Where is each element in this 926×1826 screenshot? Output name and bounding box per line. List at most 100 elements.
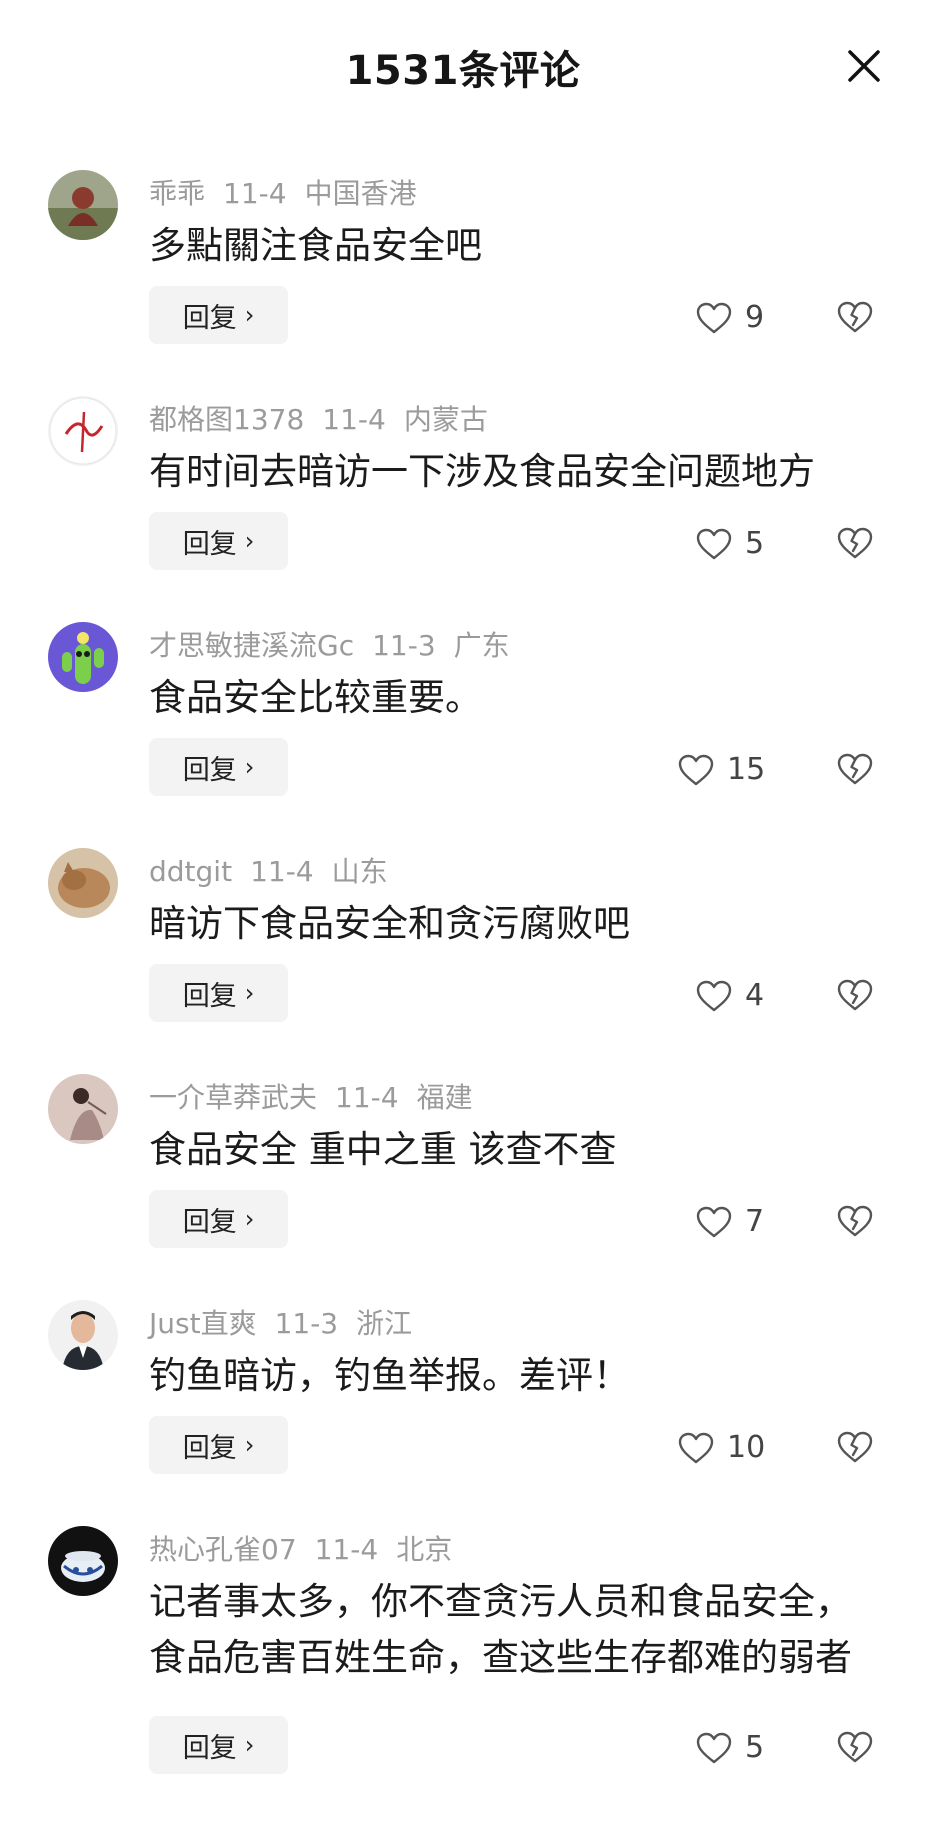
reply-button[interactable]: 回复 › — [149, 512, 288, 570]
broken-heart-icon — [837, 1731, 873, 1763]
comment-meta: 乖乖 11-4 中国香港 — [149, 172, 435, 212]
heart-outline-icon — [696, 302, 732, 333]
comments-sheet: 1531条评论 乖乖 11-4 中国香港 多點關注食品安全吧 回复 › 9 都格… — [0, 0, 926, 1826]
close-button[interactable] — [842, 44, 886, 88]
comment-meta: 一介草莽武夫 11-4 福建 — [149, 1076, 491, 1116]
like-count: 15 — [727, 752, 766, 787]
avatar[interactable] — [48, 170, 118, 240]
comment-date: 11-4 — [314, 1533, 379, 1566]
heart-outline-icon — [678, 1432, 714, 1463]
reply-label: 回复 — [182, 1206, 237, 1238]
reply-button[interactable]: 回复 › — [149, 1716, 288, 1774]
comment-date: 11-4 — [250, 855, 314, 888]
comment-item: 乖乖 11-4 中国香港 多點關注食品安全吧 回复 › 9 — [0, 160, 926, 386]
comment-location: 内蒙古 — [403, 403, 488, 436]
chevron-right-icon: › — [244, 1731, 255, 1759]
comment-date: 11-4 — [335, 1081, 399, 1114]
broken-heart-icon — [837, 301, 873, 333]
comment-username[interactable]: Just直爽 — [149, 1307, 257, 1340]
comment-item: Just直爽 11-3 浙江 钓鱼暗访，钓鱼举报。差评！ 回复 › 10 — [0, 1290, 926, 1516]
comment-item: 一介草莽武夫 11-4 福建 食品安全 重中之重 该查不查 回复 › 7 — [0, 1064, 926, 1290]
comment-username[interactable]: 都格图1378 — [149, 403, 304, 436]
avatar[interactable] — [48, 1300, 118, 1370]
reply-button[interactable]: 回复 › — [149, 1416, 288, 1474]
comment-location: 广东 — [453, 629, 510, 662]
heart-outline-icon — [696, 528, 732, 559]
comment-meta: 热心孔雀07 11-4 北京 — [149, 1528, 470, 1568]
reply-button[interactable]: 回复 › — [149, 286, 288, 344]
broken-heart-icon — [837, 527, 873, 559]
dislike-button[interactable] — [836, 978, 874, 1012]
comment-location: 北京 — [396, 1533, 453, 1566]
like-count: 5 — [745, 1730, 765, 1765]
heart-outline-icon — [696, 980, 732, 1011]
comment-meta: 才思敏捷溪流Gc 11-3 广东 — [149, 624, 528, 664]
broken-heart-icon — [837, 753, 873, 785]
heart-outline-icon — [696, 1732, 732, 1763]
like-button[interactable]: 9 — [695, 300, 764, 335]
comment-text: 记者事太多，你不查贪污人员和食品安全，食品危害百姓生命，查这些生存都难的弱者 — [149, 1580, 852, 1679]
like-button[interactable]: 5 — [695, 1730, 764, 1765]
avatar[interactable] — [48, 622, 118, 692]
reply-label: 回复 — [182, 754, 237, 786]
reply-label: 回复 — [182, 1732, 237, 1764]
reply-button[interactable]: 回复 › — [149, 738, 288, 796]
like-button[interactable]: 10 — [677, 1430, 765, 1465]
like-button[interactable]: 7 — [695, 1204, 764, 1239]
comment-username[interactable]: 乖乖 — [149, 177, 205, 210]
dislike-button[interactable] — [836, 1730, 874, 1764]
broken-heart-icon — [837, 1205, 873, 1237]
like-count: 4 — [745, 978, 765, 1013]
reply-label: 回复 — [182, 980, 237, 1012]
comment-username[interactable]: 热心孔雀07 — [149, 1533, 297, 1566]
comment-item: 热心孔雀07 11-4 北京 记者事太多，你不查贪污人员和食品安全，食品危害百姓生命… — [0, 1516, 926, 1816]
chevron-right-icon: › — [244, 753, 255, 781]
comment-text: 钓鱼暗访，钓鱼举报。差评！ — [149, 1354, 630, 1397]
comment-username[interactable]: 一介草莽武夫 — [149, 1081, 317, 1114]
comment-date: 11-4 — [223, 177, 287, 210]
comment-date: 11-4 — [322, 403, 386, 436]
like-count: 7 — [745, 1204, 765, 1239]
comment-meta: Just直爽 11-3 浙江 — [149, 1302, 430, 1342]
comment-text: 有时间去暗访一下涉及食品安全问题地方 — [149, 450, 815, 493]
comment-location: 福建 — [416, 1081, 473, 1114]
avatar[interactable] — [48, 848, 118, 918]
like-button[interactable]: 15 — [677, 752, 765, 787]
comment-location: 山东 — [331, 855, 388, 888]
like-button[interactable]: 5 — [695, 526, 764, 561]
chevron-right-icon: › — [244, 1205, 255, 1233]
comment-text: 暗访下食品安全和贪污腐败吧 — [149, 902, 630, 945]
avatar[interactable] — [48, 1526, 118, 1596]
avatar[interactable] — [48, 396, 118, 466]
chevron-right-icon: › — [244, 527, 255, 555]
dislike-button[interactable] — [836, 1430, 874, 1464]
chevron-right-icon: › — [244, 979, 255, 1007]
comment-meta: 都格图1378 11-4 内蒙古 — [149, 398, 506, 438]
reply-button[interactable]: 回复 › — [149, 964, 288, 1022]
like-button[interactable]: 4 — [695, 978, 764, 1013]
dislike-button[interactable] — [836, 300, 874, 334]
reply-button[interactable]: 回复 › — [149, 1190, 288, 1248]
like-count: 10 — [727, 1430, 766, 1465]
close-icon — [848, 50, 880, 82]
dislike-button[interactable] — [836, 1204, 874, 1238]
like-count: 9 — [745, 300, 765, 335]
comments-header: 1531条评论 — [0, 0, 926, 130]
comment-location: 中国香港 — [304, 177, 417, 210]
dislike-button[interactable] — [836, 526, 874, 560]
chevron-right-icon: › — [244, 1431, 255, 1459]
comment-list: 乖乖 11-4 中国香港 多點關注食品安全吧 回复 › 9 都格图1378 11… — [0, 160, 926, 1816]
heart-outline-icon — [678, 754, 714, 785]
comment-username[interactable]: 才思敏捷溪流Gc — [149, 629, 354, 662]
reply-label: 回复 — [182, 302, 237, 334]
comment-username[interactable]: ddtgit — [149, 855, 232, 888]
comment-text: 食品安全比较重要。 — [149, 676, 482, 719]
comment-item: ddtgit 11-4 山东 暗访下食品安全和贪污腐败吧 回复 › 4 — [0, 838, 926, 1064]
avatar[interactable] — [48, 1074, 118, 1144]
comment-text: 多點關注食品安全吧 — [149, 224, 482, 267]
comment-text: 食品安全 重中之重 该查不查 — [149, 1128, 617, 1171]
broken-heart-icon — [837, 979, 873, 1011]
comments-count-title: 1531条评论 — [345, 48, 581, 94]
broken-heart-icon — [837, 1431, 873, 1463]
dislike-button[interactable] — [836, 752, 874, 786]
